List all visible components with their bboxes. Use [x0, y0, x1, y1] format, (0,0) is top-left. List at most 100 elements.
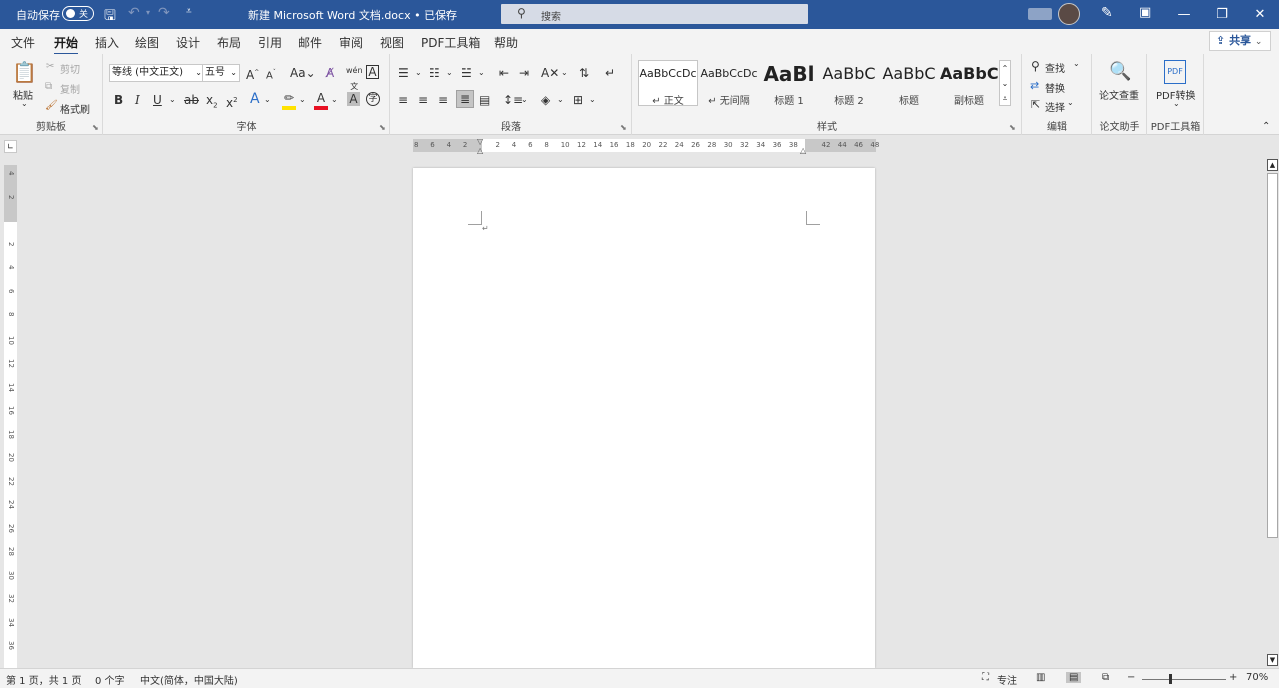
vertical-scrollbar[interactable]: ▲ ▼ — [1266, 158, 1279, 668]
format-painter-icon[interactable]: 🖌 — [45, 100, 58, 111]
paragraph-launcher-icon[interactable]: ⬊ — [620, 123, 627, 132]
undo-icon[interactable]: ↶ — [128, 5, 140, 21]
tab-review[interactable]: 审阅 — [339, 34, 363, 51]
pdf-convert-icon[interactable]: PDF — [1164, 60, 1186, 84]
print-layout-icon[interactable]: ▤ — [1066, 672, 1082, 683]
zoom-out-icon[interactable]: − — [1127, 672, 1135, 683]
read-mode-icon[interactable]: ▥ — [1036, 672, 1045, 683]
character-shading-icon[interactable]: A — [347, 92, 360, 106]
align-left-icon[interactable]: ≡ — [398, 92, 408, 108]
ribbon-display-icon[interactable]: ▣ — [1139, 5, 1151, 20]
style-normal[interactable]: AaBbCcDc ↵ 正文 — [638, 60, 698, 107]
close-icon[interactable]: ✕ — [1241, 0, 1279, 29]
phonetic-guide-icon[interactable]: wén 文 — [346, 63, 363, 95]
shading-dropdown-icon[interactable]: ⌄ — [557, 92, 564, 108]
line-spacing-dropdown-icon[interactable]: ⌄ — [521, 92, 528, 108]
search-box[interactable]: ⚲ 搜索 — [501, 4, 808, 24]
scroll-up-icon[interactable]: ▲ — [1267, 159, 1278, 171]
undo-dropdown-icon[interactable]: ▾ — [146, 8, 150, 17]
character-border-icon[interactable]: A — [366, 65, 379, 79]
account-name[interactable] — [1028, 8, 1052, 20]
format-painter-label[interactable]: 格式刷 — [60, 101, 90, 116]
tab-pdf-toolbox[interactable]: PDF工具箱 — [421, 34, 480, 51]
restore-icon[interactable]: ❐ — [1203, 0, 1241, 29]
title-chevron-icon[interactable]: ⌄ — [444, 7, 452, 17]
font-launcher-icon[interactable]: ⬊ — [379, 123, 386, 132]
tab-file[interactable]: 文件 — [11, 34, 35, 51]
distributed-icon[interactable]: ▤ — [479, 92, 490, 108]
font-color-icon[interactable]: A — [314, 90, 328, 110]
multilevel-list-icon[interactable]: ☱ — [461, 65, 472, 81]
change-case-icon[interactable]: Aa⌄ — [290, 65, 316, 81]
focus-icon[interactable]: ⛶ — [982, 672, 989, 683]
paper-check-icon[interactable]: 🔍 — [1109, 60, 1131, 84]
font-size-select[interactable]: 五号 ⌄ — [202, 64, 240, 82]
style-heading-1[interactable]: AaBl 标题 1 — [759, 60, 819, 107]
scroll-thumb[interactable] — [1267, 173, 1278, 538]
page-count[interactable]: 第 1 页，共 1 页 — [6, 672, 81, 687]
superscript-icon[interactable]: x2 — [226, 92, 238, 111]
pdf-convert-dropdown-icon[interactable]: ⌄ — [1173, 99, 1180, 108]
select-label[interactable]: 选择 — [1045, 99, 1065, 114]
sort-icon[interactable]: ⇅ — [579, 65, 589, 81]
tab-home[interactable]: 开始 — [54, 34, 79, 55]
copy-icon[interactable]: ⧉ — [45, 81, 52, 92]
bullets-dropdown-icon[interactable]: ⌄ — [415, 65, 422, 81]
document-title[interactable]: 新建 Microsoft Word 文档.docx • 已保存 — [248, 7, 457, 23]
minimize-icon[interactable]: — — [1165, 0, 1203, 29]
clear-formatting-icon[interactable]: A̸ — [326, 65, 334, 81]
shading-icon[interactable]: ◈ — [541, 92, 550, 108]
gallery-up-icon[interactable]: ⌃ — [1000, 61, 1010, 76]
select-dropdown-icon[interactable]: ⌄ — [1067, 98, 1074, 107]
style-subtitle[interactable]: AaBbC 副标题 — [939, 60, 999, 107]
chinese-layout-dropdown-icon[interactable]: ⌄ — [561, 65, 568, 81]
style-no-spacing[interactable]: AaBbCcDc ↵ 无间隔 — [699, 60, 759, 107]
tab-view[interactable]: 视图 — [380, 34, 404, 51]
hanging-indent-marker[interactable]: △ — [477, 146, 483, 155]
shrink-font-icon[interactable]: Aˇ — [266, 65, 276, 84]
subscript-icon[interactable]: x2 — [206, 92, 218, 113]
highlight-dropdown-icon[interactable]: ⌄ — [299, 92, 306, 108]
tab-references[interactable]: 引用 — [258, 34, 282, 51]
document-page[interactable]: ↵ — [413, 168, 875, 668]
copy-label[interactable]: 复制 — [60, 81, 80, 96]
horizontal-ruler[interactable]: 8 6 4 2 2 4 6 8 10 12 14 16 18 20 22 24 26 28 30 32 34 36 38 42… — [413, 137, 879, 155]
bold-icon[interactable]: B — [114, 92, 123, 108]
grow-font-icon[interactable]: A^ — [246, 65, 259, 83]
bullets-icon[interactable]: ☰ — [398, 65, 409, 81]
tab-design[interactable]: 设计 — [176, 34, 200, 51]
show-marks-icon[interactable]: ↵ — [605, 65, 615, 81]
vertical-ruler[interactable]: 4 2 2 4 6 8 10 12 14 16 18 20 22 24 26 28 30 32 34 36 — [4, 165, 17, 668]
multilevel-dropdown-icon[interactable]: ⌄ — [478, 65, 485, 81]
font-name-select[interactable]: 等线 (中文正文) ⌄ — [109, 64, 205, 82]
collapse-ribbon-icon[interactable]: ⌃ — [1262, 121, 1270, 132]
align-center-icon[interactable]: ≡ — [418, 92, 428, 108]
strikethrough-icon[interactable]: ab — [184, 92, 199, 108]
zoom-level[interactable]: 70% — [1246, 672, 1268, 683]
justify-icon[interactable]: ≣ — [456, 90, 474, 108]
replace-label[interactable]: 替换 — [1045, 80, 1065, 95]
font-color-dropdown-icon[interactable]: ⌄ — [331, 92, 338, 108]
increase-indent-icon[interactable]: ⇥ — [519, 65, 529, 81]
redo-icon[interactable]: ↷ — [158, 5, 170, 21]
borders-dropdown-icon[interactable]: ⌄ — [589, 92, 596, 108]
tab-help[interactable]: 帮助 — [494, 34, 518, 51]
share-button[interactable]: ⇪ 共享 ⌄ — [1209, 31, 1271, 51]
gallery-more-icon[interactable]: ⩡ — [1000, 91, 1010, 106]
save-icon[interactable]: 🖫 — [104, 5, 116, 29]
decrease-indent-icon[interactable]: ⇤ — [499, 65, 509, 81]
language-status[interactable]: 中文(简体，中国大陆) — [140, 672, 238, 687]
text-effects-icon[interactable]: A — [250, 91, 260, 107]
replace-icon[interactable]: ⇄ — [1030, 79, 1039, 92]
paste-icon[interactable]: 📋 — [12, 60, 37, 84]
select-icon[interactable]: ⇱ — [1031, 98, 1040, 111]
style-heading-2[interactable]: AaBbC 标题 2 — [819, 60, 879, 107]
word-count[interactable]: 0 个字 — [95, 672, 125, 687]
italic-icon[interactable]: I — [135, 92, 140, 108]
paste-dropdown-icon[interactable]: ⌄ — [21, 99, 28, 108]
text-effects-dropdown-icon[interactable]: ⌄ — [264, 92, 271, 108]
zoom-slider-thumb[interactable] — [1169, 674, 1172, 684]
tab-draw[interactable]: 绘图 — [135, 34, 159, 51]
numbering-dropdown-icon[interactable]: ⌄ — [446, 65, 453, 81]
numbering-icon[interactable]: ☷ — [429, 65, 440, 81]
